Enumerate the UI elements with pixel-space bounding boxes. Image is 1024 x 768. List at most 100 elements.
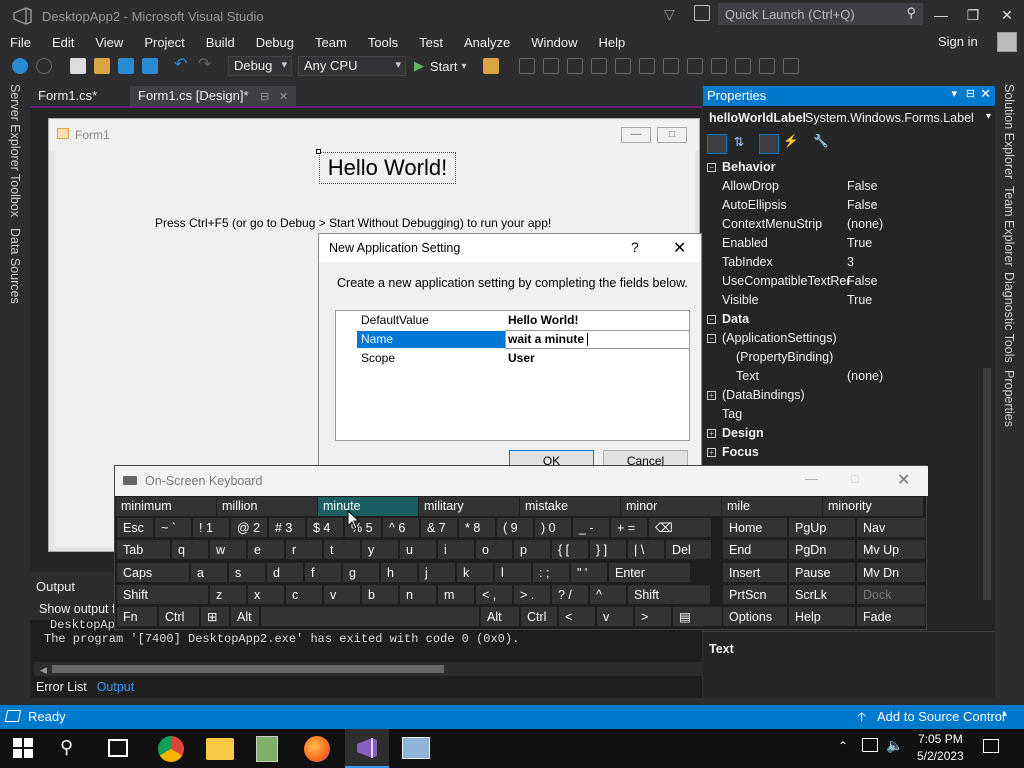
source-control-dropdown-icon[interactable]: ▴ xyxy=(1002,708,1007,719)
property-pages-icon[interactable]: 🔧 xyxy=(811,134,831,154)
key[interactable]: a xyxy=(190,562,228,583)
key[interactable]: q xyxy=(171,539,209,560)
key[interactable]: y xyxy=(361,539,399,560)
word-suggestion[interactable]: minority xyxy=(823,497,924,516)
key[interactable]: + = xyxy=(610,517,648,538)
key[interactable]: ) 0 xyxy=(534,517,572,538)
tab-error-list[interactable]: Error List xyxy=(30,680,93,694)
key[interactable]: @ 2 xyxy=(230,517,268,538)
notepad-icon[interactable] xyxy=(256,736,278,762)
window-position-icon[interactable]: ▾ xyxy=(951,87,957,100)
key[interactable]: i xyxy=(437,539,475,560)
solution-platform-dropdown[interactable]: Any CPU xyxy=(298,56,406,76)
key[interactable]: Home xyxy=(722,517,788,538)
save-all-icon[interactable] xyxy=(142,58,158,74)
key[interactable]: n xyxy=(399,584,437,605)
key[interactable]: ? / xyxy=(551,584,589,605)
output-horizontal-scrollbar[interactable]: ◀ xyxy=(34,662,702,676)
tab-output[interactable]: Output xyxy=(93,680,139,694)
key[interactable]: ⌫ xyxy=(648,517,712,538)
property-row[interactable]: Tag xyxy=(703,405,995,424)
categorized-icon[interactable] xyxy=(707,134,727,154)
undo-icon[interactable]: ↶ xyxy=(174,57,190,74)
filter-icon[interactable]: ▽ xyxy=(664,6,675,23)
dialog-close-icon[interactable]: ✕ xyxy=(673,238,686,258)
key[interactable]: Caps xyxy=(116,562,190,583)
new-project-icon[interactable] xyxy=(70,58,86,74)
instruction-label[interactable]: Press Ctrl+F5 (or go to Debug > Start Wi… xyxy=(155,216,551,230)
data-sources-tab[interactable]: Data Sources xyxy=(8,228,22,304)
key[interactable]: { [ xyxy=(551,539,589,560)
key[interactable]: t xyxy=(323,539,361,560)
navigate-forward-icon[interactable] xyxy=(36,58,52,74)
firefox-icon[interactable] xyxy=(304,736,330,762)
menu-tools[interactable]: Tools xyxy=(358,35,409,50)
tab-form1-design[interactable]: Form1.cs [Design]* ⊟ ✕ xyxy=(130,86,297,106)
key[interactable]: PrtScn xyxy=(722,584,788,605)
key[interactable]: d xyxy=(266,562,304,583)
search-taskbar-icon[interactable]: ⚲ xyxy=(60,737,88,765)
key[interactable]: Mv Up xyxy=(856,539,926,560)
key[interactable]: PgDn xyxy=(788,539,856,560)
osk-maximize-icon[interactable]: □ xyxy=(851,472,859,486)
horizontal-spacing-icon[interactable] xyxy=(710,58,727,74)
property-value[interactable]: False xyxy=(847,196,878,215)
key[interactable]: Shift xyxy=(116,584,209,605)
navigate-back-icon[interactable] xyxy=(12,58,28,74)
key[interactable]: r xyxy=(285,539,323,560)
menu-edit[interactable]: Edit xyxy=(42,35,85,50)
center-horizontally-icon[interactable] xyxy=(758,58,775,74)
alphabetical-icon[interactable]: ⇅ xyxy=(729,134,749,154)
layout-align-icon[interactable] xyxy=(518,58,535,74)
key[interactable]: Shift xyxy=(627,584,711,605)
key[interactable]: f xyxy=(304,562,342,583)
osk-close-icon[interactable]: ✕ xyxy=(897,470,910,490)
key[interactable]: ( 9 xyxy=(496,517,534,538)
server-explorer-tab[interactable]: Server Explorer xyxy=(8,84,22,171)
key[interactable]: < xyxy=(558,606,596,627)
redo-icon[interactable]: ↷ xyxy=(198,57,214,74)
key[interactable]: Options xyxy=(722,606,788,627)
property-category[interactable]: − Data xyxy=(703,310,995,329)
menu-window[interactable]: Window xyxy=(521,35,588,50)
collapse-icon[interactable]: − xyxy=(707,163,716,172)
key[interactable]: z xyxy=(209,584,247,605)
osk-minimize-icon[interactable]: — xyxy=(805,472,818,486)
key[interactable]: w xyxy=(209,539,247,560)
key[interactable]: End xyxy=(722,539,788,560)
expand-icon[interactable]: + xyxy=(707,448,716,457)
key[interactable]: m xyxy=(437,584,475,605)
property-category[interactable]: + Focus xyxy=(703,443,995,462)
property-value[interactable]: True xyxy=(847,291,872,310)
key[interactable]: Pause xyxy=(788,562,856,583)
key[interactable]: o xyxy=(475,539,513,560)
property-row[interactable]: Visible True xyxy=(703,291,995,310)
key[interactable]: g xyxy=(342,562,380,583)
key[interactable]: k xyxy=(456,562,494,583)
menu-project[interactable]: Project xyxy=(134,35,195,50)
property-row[interactable]: TabIndex 3 xyxy=(703,253,995,272)
property-category[interactable]: − Behavior xyxy=(703,158,995,177)
key[interactable]: c xyxy=(285,584,323,605)
properties-tab[interactable]: Properties xyxy=(1002,370,1016,427)
property-category[interactable]: + Design xyxy=(703,424,995,443)
key[interactable]: Nav xyxy=(856,517,926,538)
key[interactable]: & 7 xyxy=(420,517,458,538)
key[interactable]: Insert xyxy=(722,562,788,583)
key[interactable]: Alt xyxy=(480,606,520,627)
file-explorer-icon[interactable] xyxy=(206,738,234,760)
restore-icon[interactable]: ❐ xyxy=(958,4,988,26)
key[interactable]: x xyxy=(247,584,285,605)
key[interactable]: v xyxy=(596,606,634,627)
properties-view-icon[interactable] xyxy=(759,134,779,154)
key[interactable]: Tab xyxy=(116,539,171,560)
upload-arrow-icon[interactable]: 🡡 xyxy=(857,708,866,730)
start-dropdown-icon[interactable]: ▾ xyxy=(461,61,466,72)
key[interactable]: > xyxy=(634,606,672,627)
bring-to-front-icon[interactable] xyxy=(782,58,799,74)
key[interactable]: b xyxy=(361,584,399,605)
start-button[interactable]: Start xyxy=(430,59,457,74)
menu-file[interactable]: File xyxy=(0,35,42,50)
volume-icon[interactable]: 🔈 xyxy=(886,737,903,754)
notifications-icon[interactable] xyxy=(983,739,999,753)
